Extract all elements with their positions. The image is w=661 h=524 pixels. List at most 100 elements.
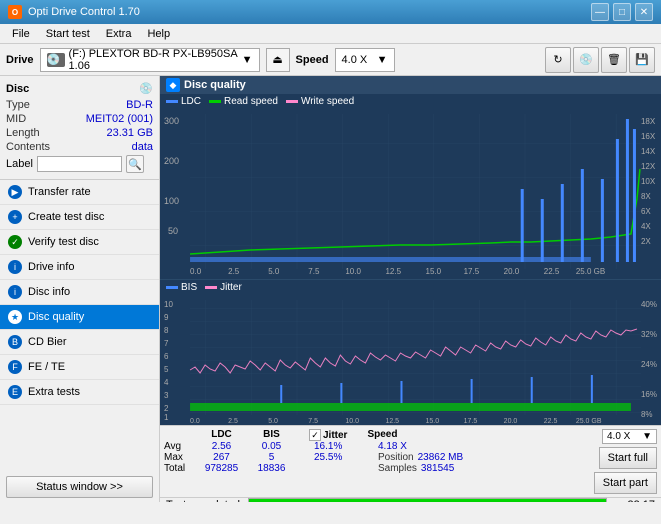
start-full-button[interactable]: Start full xyxy=(599,447,657,469)
disc-label-key: Label xyxy=(6,158,33,170)
app-title: Opti Drive Control 1.70 xyxy=(28,6,140,18)
menu-extra[interactable]: Extra xyxy=(98,26,140,42)
legend-bis-label: BIS xyxy=(181,282,197,293)
start-part-button[interactable]: Start part xyxy=(594,472,657,494)
disc-info-icon: i xyxy=(8,285,22,299)
save-button[interactable]: 💾 xyxy=(629,47,655,73)
top-chart-svg: 300 200 100 50 18X 16X 14X 12X 10X 8X 6X… xyxy=(160,109,661,279)
extra-tests-label: Extra tests xyxy=(28,386,80,398)
svg-text:10.0: 10.0 xyxy=(345,418,359,425)
legend-write-speed-label: Write speed xyxy=(301,96,354,107)
svg-text:10X: 10X xyxy=(641,177,656,186)
legend-jitter-label: Jitter xyxy=(220,282,242,293)
svg-text:5: 5 xyxy=(164,365,169,374)
toolbar-icons: ↻ 💿 🗑 💾 xyxy=(545,47,655,73)
svg-text:1: 1 xyxy=(164,413,169,422)
time-text: 33:17 xyxy=(615,499,655,502)
close-button[interactable]: ✕ xyxy=(635,3,653,21)
legend-ldc: LDC xyxy=(166,96,201,107)
disc-button[interactable]: 💿 xyxy=(573,47,599,73)
maximize-button[interactable]: □ xyxy=(613,3,631,21)
svg-text:32%: 32% xyxy=(641,330,657,339)
stats-header-row: LDC BIS ✓ Jitter Speed xyxy=(164,429,588,441)
legend-write-speed-color xyxy=(286,100,298,103)
disc-length-val: 23.31 GB xyxy=(107,127,153,139)
svg-text:25.0 GB: 25.0 GB xyxy=(576,418,602,425)
disc-label-input[interactable] xyxy=(37,156,122,172)
progress-bar-fill xyxy=(249,499,606,502)
sidebar-item-drive-info[interactable]: i Drive info xyxy=(0,255,159,280)
drive-label: Drive xyxy=(6,54,34,66)
svg-text:20.0: 20.0 xyxy=(504,418,518,425)
ldc-col-header: LDC xyxy=(194,429,249,441)
status-bar: Test completed 33:17 xyxy=(160,497,661,502)
jitter-max: 25.5% xyxy=(314,452,374,463)
right-controls: 4.0 X ▼ Start full Start part xyxy=(594,429,657,494)
disc-mid-label: MID xyxy=(6,113,26,125)
erase-button[interactable]: 🗑 xyxy=(601,47,627,73)
legend-write-speed: Write speed xyxy=(286,96,354,107)
svg-text:7.5: 7.5 xyxy=(308,418,318,425)
menu-start-test[interactable]: Start test xyxy=(38,26,98,42)
fe-te-label: FE / TE xyxy=(28,361,65,373)
status-window-button[interactable]: Status window >> xyxy=(6,476,153,498)
speed-setting-dropdown[interactable]: 4.0 X ▼ xyxy=(602,429,657,444)
speed-label: Speed xyxy=(296,54,329,66)
stats-max-row: Max 267 5 25.5% Position 23862 MB xyxy=(164,452,588,463)
sidebar-item-cd-bier[interactable]: B CD Bier xyxy=(0,330,159,355)
disc-type-row: Type BD-R xyxy=(6,99,153,111)
sidebar-item-create-test-disc[interactable]: + Create test disc xyxy=(0,205,159,230)
svg-text:18X: 18X xyxy=(641,117,656,126)
jitter-avg: 16.1% xyxy=(314,441,374,452)
position-label: Position xyxy=(378,452,414,463)
sidebar-item-transfer-rate[interactable]: ▶ Transfer rate xyxy=(0,180,159,205)
svg-text:10.0: 10.0 xyxy=(345,267,361,276)
speed-selector[interactable]: 4.0 X ▼ xyxy=(335,48,395,72)
svg-text:17.5: 17.5 xyxy=(464,267,480,276)
eject-button[interactable]: ⏏ xyxy=(266,48,290,72)
disc-length-label: Length xyxy=(6,127,40,139)
bis-col-header: BIS xyxy=(249,429,294,441)
svg-text:17.5: 17.5 xyxy=(464,418,478,425)
minimize-button[interactable]: — xyxy=(591,3,609,21)
svg-text:2.5: 2.5 xyxy=(228,267,240,276)
stats-table: LDC BIS ✓ Jitter Speed Avg 2.56 0.05 xyxy=(164,429,588,474)
speed-dropdown-arrow: ▼ xyxy=(377,54,388,66)
svg-text:7: 7 xyxy=(164,339,169,348)
svg-text:8X: 8X xyxy=(641,192,651,201)
svg-text:8%: 8% xyxy=(641,410,653,419)
svg-text:2: 2 xyxy=(164,404,169,413)
svg-text:22.5: 22.5 xyxy=(544,267,560,276)
sidebar-item-fe-te[interactable]: F FE / TE xyxy=(0,355,159,380)
top-chart-legend: LDC Read speed Write speed xyxy=(160,94,661,109)
total-label: Total xyxy=(164,463,194,474)
legend-bis: BIS xyxy=(166,282,197,293)
disc-length-row: Length 23.31 GB xyxy=(6,127,153,139)
sidebar-item-disc-quality[interactable]: ★ Disc quality xyxy=(0,305,159,330)
sidebar-item-disc-info[interactable]: i Disc info xyxy=(0,280,159,305)
speed-setting-val: 4.0 X xyxy=(607,431,630,442)
svg-text:6X: 6X xyxy=(641,207,651,216)
svg-text:12.5: 12.5 xyxy=(385,267,401,276)
titlebar-left: O Opti Drive Control 1.70 xyxy=(8,5,140,19)
sidebar: Disc 💿 Type BD-R MID MEIT02 (001) Length… xyxy=(0,76,160,502)
drive-selector[interactable]: 💿 (F:) PLEXTOR BD-R PX-LB950SA 1.06 ▼ xyxy=(40,48,260,72)
menu-file[interactable]: File xyxy=(4,26,38,42)
svg-text:15.0: 15.0 xyxy=(426,267,442,276)
drive-icon: 💿 xyxy=(47,53,65,67)
svg-text:5.0: 5.0 xyxy=(268,418,278,425)
status-text: Test completed xyxy=(166,499,240,502)
refresh-button[interactable]: ↻ xyxy=(545,47,571,73)
disc-contents-val: data xyxy=(132,141,153,153)
sidebar-item-extra-tests[interactable]: E Extra tests xyxy=(0,380,159,405)
sidebar-item-verify-test-disc[interactable]: ✓ Verify test disc xyxy=(0,230,159,255)
sidebar-nav: ▶ Transfer rate + Create test disc ✓ Ver… xyxy=(0,180,159,405)
jitter-header: ✓ Jitter xyxy=(309,429,347,441)
label-search-button[interactable]: 🔍 xyxy=(126,155,144,173)
bottom-chart-legend: BIS Jitter xyxy=(160,279,661,295)
jitter-checkbox[interactable]: ✓ xyxy=(309,429,321,441)
svg-text:4X: 4X xyxy=(641,222,651,231)
menu-help[interactable]: Help xyxy=(139,26,178,42)
disc-contents-label: Contents xyxy=(6,141,50,153)
svg-text:12.5: 12.5 xyxy=(385,418,399,425)
